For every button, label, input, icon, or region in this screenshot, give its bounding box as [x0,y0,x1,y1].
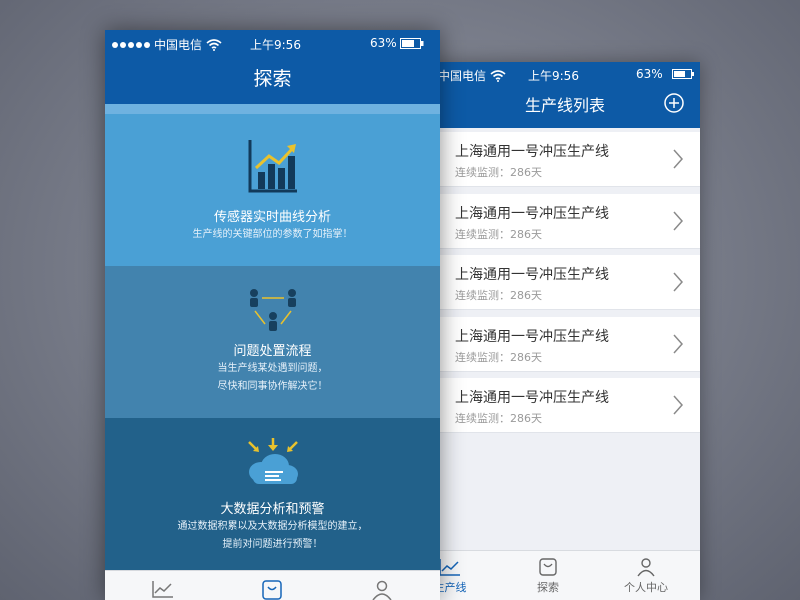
issue-process-card[interactable]: 问题处置流程 当生产线某处遇到问题， 尽快和同事协作解决它！ [105,266,440,418]
page-title: 探索 [253,68,292,90]
card-desc-line: 尽快和同事协作解决它！ [217,381,328,392]
line-name: 上海通用一号冲压生产线 [455,328,609,345]
header-strip [105,104,440,114]
monitor-status: 连续监测：286天 [455,289,542,302]
explore-header: 中国电信 上午9:56 63% 探索 [105,30,440,104]
list-item[interactable]: 上海通用一号冲压生产线 连续监测：286天 [430,255,700,310]
carrier-label: 中国电信 [154,38,203,52]
production-line-list: 上海通用一号冲压生产线 连续监测：286天 上海通用一号冲压生产线 连续监测：2… [430,128,700,433]
team-workflow-icon [249,289,296,331]
monitor-status: 连续监测：286天 [455,412,542,425]
tab-label: 探索 [537,581,559,594]
battery-percent: 63% [370,36,397,50]
big-data-card[interactable]: 大数据分析和预警 通过数据积累以及大数据分析模型的建立， 提前对问题进行预警！ [105,418,440,570]
tab-personal-center[interactable]: 个人中心 [606,557,686,595]
tab-explore[interactable]: 探索 [508,557,588,595]
card-desc-line: 提前对问题进行预警！ [222,539,323,550]
monitor-status: 连续监测：286天 [455,350,542,364]
list-header: 中国电信 上午9:56 63% 生产线列表 [430,62,700,128]
line-chart-icon [248,140,297,193]
bag-tab-icon[interactable] [261,579,283,600]
monitor-status: 连续监测：286天 [455,227,542,241]
status-bar: 中国电信 上午9:56 63% [430,62,700,86]
card-desc-line: 当生产线某处遇到问题， [217,363,328,374]
line-name: 上海通用一号冲压生产线 [455,267,609,283]
add-circle-icon[interactable] [664,93,684,113]
chevron-right-icon [673,395,684,415]
line-name: 上海通用一号冲压生产线 [455,144,609,160]
page-title: 生产线列表 [524,96,605,115]
tab-label: 个人中心 [624,581,668,594]
clock: 上午9:56 [528,69,579,83]
chevron-right-icon [673,334,684,353]
card-desc-line: 生产线的关键部位的参数了如指掌！ [192,229,353,240]
tab-bar [105,570,440,600]
list-item[interactable]: 上海通用一号冲压生产线 连续监测：286天 [430,378,700,433]
card-title: 问题处置流程 [233,344,312,359]
chart-tab-icon[interactable] [151,579,175,599]
carrier: 中国电信 [112,36,222,53]
wifi-icon [206,38,222,51]
list-item[interactable]: 上海通用一号冲压生产线 连续监测：286天 [430,132,700,187]
monitor-status: 连续监测：286天 [455,166,542,179]
cloud-data-icon [247,438,298,484]
tab-bar: 生产线 探索 个人中心 [430,550,700,600]
battery-percent: 63% [636,67,663,81]
explore-screen: 中国电信 上午9:56 63% 探索 传感器实时曲线分析 生产线的关键部位的参数… [105,30,440,600]
list-item[interactable]: 上海通用一号冲压生产线 连续监测：286天 [430,193,700,249]
line-name: 上海通用一号冲压生产线 [455,205,609,222]
clock: 上午9:56 [250,38,301,52]
card-title: 传感器实时曲线分析 [213,210,331,225]
wifi-icon [490,69,506,82]
status-bar: 中国电信 上午9:56 63% [105,30,440,56]
production-line-list-screen: 中国电信 上午9:56 63% 生产线列表 上海通用一号冲压生产线 连续监测：2… [430,62,700,600]
line-name: 上海通用一号冲压生产线 [455,390,609,406]
chevron-right-icon [673,211,684,230]
carrier: 中国电信 [438,67,506,84]
person-tab-icon[interactable] [371,579,393,600]
chevron-right-icon [673,149,684,169]
carrier-label: 中国电信 [438,69,487,83]
list-item[interactable]: 上海通用一号冲压生产线 连续监测：286天 [430,316,700,372]
card-desc-line: 通过数据积累以及大数据分析模型的建立， [177,521,368,532]
chevron-right-icon [673,272,684,292]
chart-tab-icon [439,559,460,576]
bag-tab-icon [539,558,557,576]
battery-icon [672,69,694,79]
card-title: 大数据分析和预警 [220,502,325,517]
person-tab-icon [637,558,655,577]
battery-icon [400,38,424,49]
sensor-curve-card[interactable]: 传感器实时曲线分析 生产线的关键部位的参数了如指掌！ [105,114,440,266]
signal-icon [112,41,150,48]
